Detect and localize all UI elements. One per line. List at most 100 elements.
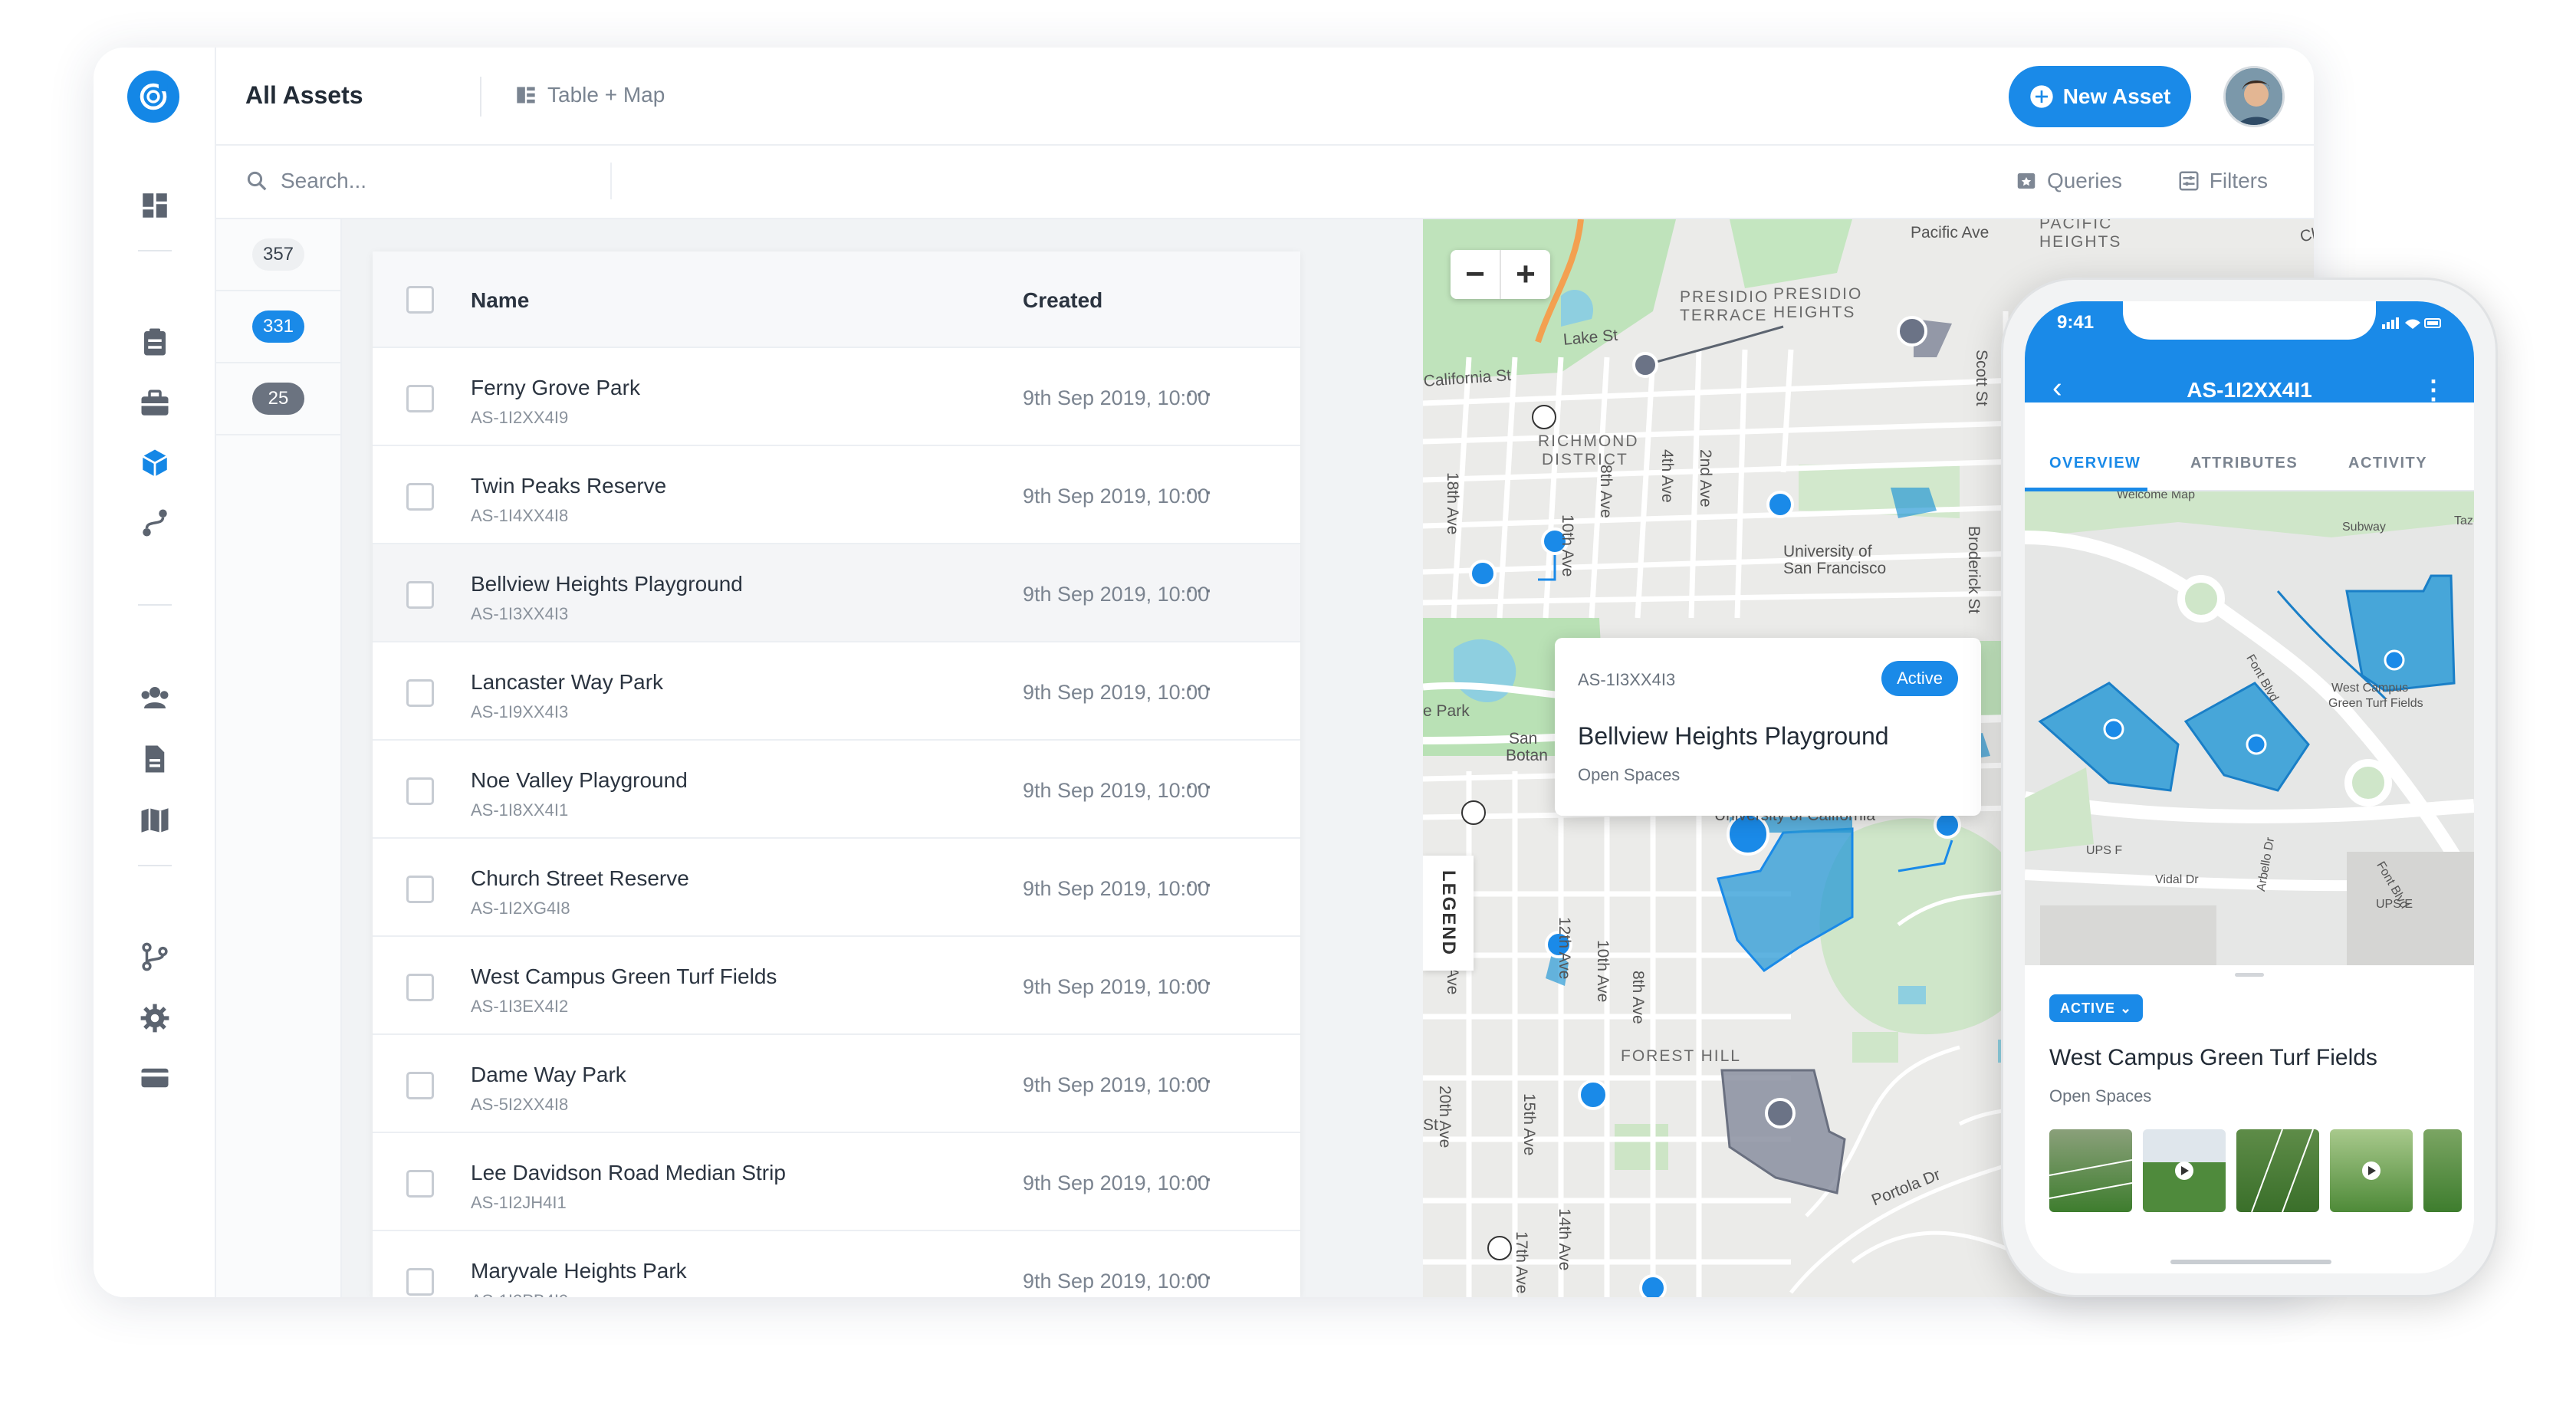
phone-mockup: 9:41 ‹ AS-1I2XX4I1 ⋮ OVERVIEW ATTRIBUTES… [2001, 278, 2498, 1297]
row-checkbox[interactable] [406, 483, 434, 511]
gear-icon[interactable] [138, 1001, 172, 1035]
more-options-icon[interactable]: ··· [1185, 379, 1214, 409]
zoom-out-button[interactable]: − [1451, 250, 1501, 299]
table-row[interactable]: Bellview Heights Playground AS-1I3XX4I3 9t… [373, 544, 1300, 642]
phone-map-label: Subway [2342, 521, 2386, 534]
briefcase-icon[interactable] [138, 386, 172, 420]
search-icon [247, 171, 267, 191]
route-icon[interactable] [138, 506, 172, 540]
more-options-icon[interactable]: ··· [1185, 968, 1214, 997]
more-options-icon[interactable]: ··· [1185, 771, 1214, 801]
more-options-icon[interactable]: ··· [1185, 1066, 1214, 1096]
media-thumbnail[interactable] [2423, 1129, 2462, 1212]
asset-id: AS-1I4XX4I8 [471, 506, 569, 525]
phone-notch [2123, 301, 2376, 340]
count-all[interactable]: 357 [216, 219, 340, 291]
media-thumbnail[interactable] [2236, 1129, 2319, 1212]
map-label: 8th Ave [1597, 465, 1615, 518]
table-row[interactable]: Noe Valley Playground AS-1I8XX4I1 9th Sep … [373, 741, 1300, 839]
phone-map-label: Green Turf Fields [2328, 697, 2423, 710]
asset-name[interactable]: West Campus Green Turf Fields [471, 964, 777, 989]
map-label: San Francisco [1783, 560, 1887, 577]
created-date: 9th Sep 2019, 10:00 [1023, 583, 1210, 606]
table-row[interactable]: Maryvale Heights Park AS-1I2PB4I9 9th Sep … [373, 1231, 1300, 1297]
more-options-icon[interactable]: ··· [1185, 477, 1214, 507]
phone-map[interactable]: Welcome Map Subway Taz Font Blvd West Campus… [2025, 491, 2474, 965]
more-options-icon[interactable]: ··· [1185, 673, 1214, 703]
dashboard-icon[interactable] [138, 189, 172, 222]
clipboard-icon[interactable] [138, 325, 172, 359]
media-thumbnail[interactable] [2143, 1129, 2226, 1212]
count-inactive[interactable]: 25 [216, 363, 340, 435]
column-header-name[interactable]: Name [471, 288, 529, 313]
count-active[interactable]: 331 [216, 291, 340, 363]
media-thumbnail[interactable] [2330, 1129, 2413, 1212]
asset-name[interactable]: Church Street Reserve [471, 866, 689, 891]
legend-button[interactable]: LEGEND [1423, 856, 1474, 971]
top-bar: All Assets Table + Map New Asset [216, 48, 2314, 146]
asset-id: AS-1I3EX4I2 [471, 997, 569, 1016]
asset-name[interactable]: Maryvale Heights Park [471, 1259, 687, 1283]
sheet-handle[interactable] [2235, 973, 2264, 977]
asset-popup[interactable]: AS-1I3XX4I3 Active Bellview Heights Play… [1555, 638, 1981, 816]
kebab-menu-icon[interactable]: ⋮ [2420, 375, 2446, 406]
map-icon[interactable] [138, 803, 172, 837]
asset-name[interactable]: Dame Way Park [471, 1063, 626, 1087]
row-checkbox[interactable] [406, 385, 434, 412]
tab-overview[interactable]: OVERVIEW [2049, 455, 2141, 472]
row-checkbox[interactable] [406, 1268, 434, 1296]
table-row[interactable]: West Campus Green Turf Fields AS-1I3EX4I2… [373, 937, 1300, 1035]
row-checkbox[interactable] [406, 1072, 434, 1099]
table-row[interactable]: Twin Peaks Reserve AS-1I4XX4I8 9th Sep 201… [373, 446, 1300, 544]
asset-name[interactable]: Twin Peaks Reserve [471, 474, 666, 498]
asset-name[interactable]: Ferny Grove Park [471, 376, 640, 400]
new-asset-button[interactable]: New Asset [2009, 66, 2191, 127]
map-label: HEIGHTS [2039, 233, 2122, 251]
status-label: ACTIVE [2060, 1000, 2116, 1016]
created-date: 9th Sep 2019, 10:00 [1023, 779, 1210, 802]
table-row[interactable]: Lee Davidson Road Median Strip AS-1I2JH4I… [373, 1133, 1300, 1231]
logo-icon[interactable] [127, 71, 179, 123]
asset-name[interactable]: Bellview Heights Playground [471, 572, 743, 596]
zoom-in-button[interactable]: + [1501, 250, 1550, 299]
asset-name[interactable]: Lee Davidson Road Median Strip [471, 1161, 786, 1185]
status-dropdown[interactable]: ACTIVE ⌄ [2049, 994, 2144, 1022]
asset-name[interactable]: Noe Valley Playground [471, 768, 688, 793]
more-options-icon[interactable]: ··· [1185, 869, 1214, 899]
media-thumbnail[interactable] [2049, 1129, 2132, 1212]
row-checkbox[interactable] [406, 876, 434, 903]
select-all-checkbox[interactable] [406, 286, 434, 314]
cube-icon[interactable] [138, 446, 172, 480]
tab-attributes[interactable]: ATTRIBUTES [2190, 455, 2298, 472]
created-date: 9th Sep 2019, 10:00 [1023, 386, 1210, 409]
more-options-icon[interactable]: ··· [1185, 1262, 1214, 1292]
divider [610, 163, 612, 199]
table-row[interactable]: Church Street Reserve AS-1I2XG4I8 9th Sep … [373, 839, 1300, 937]
more-options-icon[interactable]: ··· [1185, 1164, 1214, 1194]
branch-icon[interactable] [138, 940, 172, 974]
avatar[interactable] [2223, 66, 2285, 127]
row-checkbox[interactable] [406, 679, 434, 707]
column-header-created[interactable]: Created [1023, 288, 1102, 313]
row-checkbox[interactable] [406, 1170, 434, 1198]
row-checkbox[interactable] [406, 581, 434, 609]
search-input[interactable]: Search... [281, 169, 366, 193]
phone-map-label: West Campus [2331, 682, 2409, 695]
filters-button[interactable]: Filters [2177, 169, 2268, 193]
document-icon[interactable] [138, 742, 172, 776]
queries-button[interactable]: Queries [2015, 169, 2122, 193]
card-icon[interactable] [138, 1061, 172, 1095]
row-checkbox[interactable] [406, 974, 434, 1001]
more-options-icon[interactable]: ··· [1185, 575, 1214, 605]
asset-name[interactable]: Lancaster Way Park [471, 670, 663, 695]
table-row[interactable]: Lancaster Way Park AS-1I9XX4I3 9th Sep 201… [373, 642, 1300, 741]
search-field[interactable]: Search... [245, 169, 366, 193]
tab-activity[interactable]: ACTIVITY [2348, 455, 2427, 472]
team-icon[interactable] [138, 681, 172, 715]
view-mode-toggle[interactable]: Table + Map [515, 83, 665, 107]
table-row[interactable]: Ferny Grove Park AS-1I2XX4I9 9th Sep 2019,… [373, 348, 1300, 446]
table-row[interactable]: Dame Way Park AS-5I2XX4I8 9th Sep 2019, 10… [373, 1035, 1300, 1133]
asset-id: AS-1I8XX4I1 [471, 800, 569, 820]
row-checkbox[interactable] [406, 777, 434, 805]
popup-title[interactable]: Bellview Heights Playground [1578, 722, 1889, 751]
